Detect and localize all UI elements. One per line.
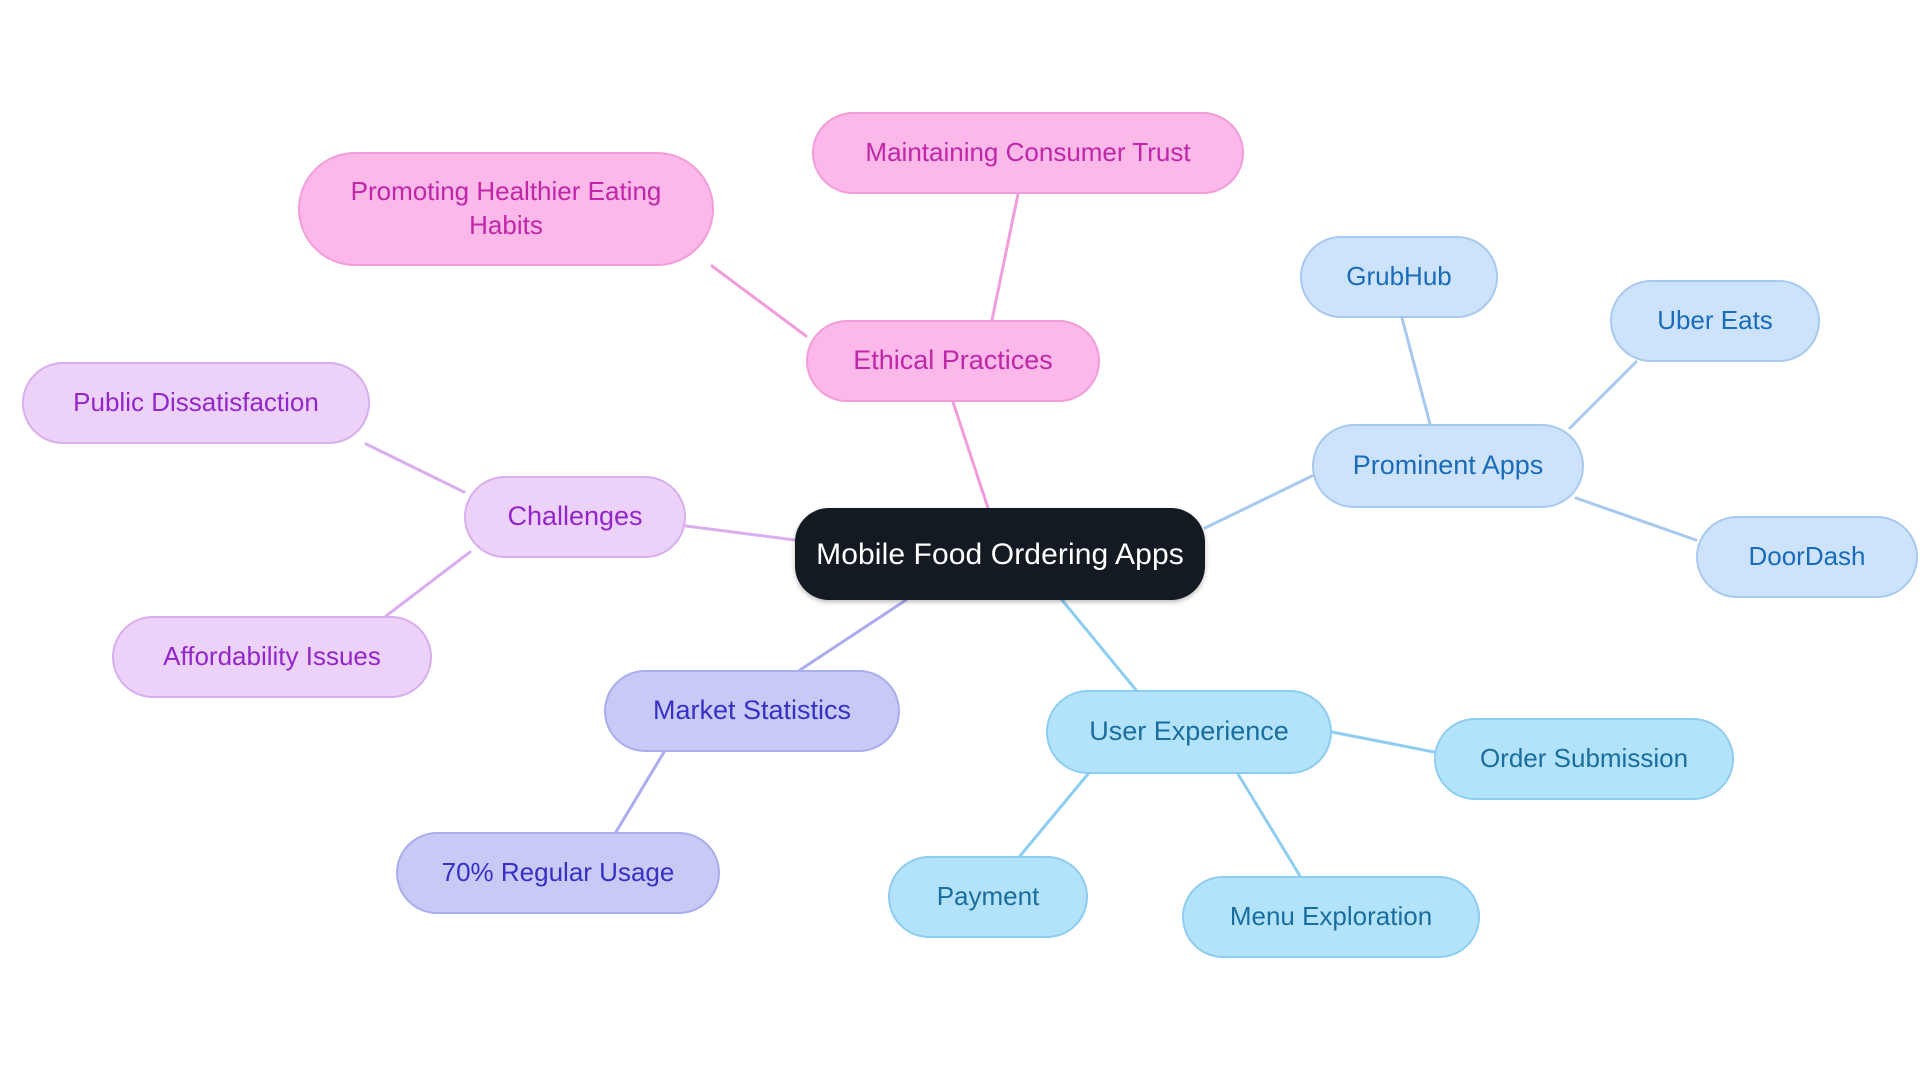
edge-ux-payment: [1018, 772, 1090, 858]
node-root[interactable]: Mobile Food Ordering Apps: [795, 508, 1205, 600]
edge-prominent-ubereats: [1568, 360, 1638, 430]
edge-root-challenges: [684, 524, 797, 542]
node-prominent-apps[interactable]: Prominent Apps: [1312, 424, 1584, 508]
node-promoting-healthier-eating-habits[interactable]: Promoting Healthier Eating Habits: [298, 152, 714, 266]
mindmap-canvas: Mobile Food Ordering Apps Ethical Practi…: [0, 0, 1920, 1083]
edge-ux-order: [1330, 730, 1436, 754]
node-doordash[interactable]: DoorDash: [1696, 516, 1918, 598]
edge-ux-menu: [1236, 772, 1302, 878]
node-challenges[interactable]: Challenges: [464, 476, 686, 558]
node-public-dissatisfaction[interactable]: Public Dissatisfaction: [22, 362, 370, 444]
edge-root-prominent: [1203, 474, 1314, 530]
edge-challenges-affordability: [384, 550, 472, 618]
node-market-statistics[interactable]: Market Statistics: [604, 670, 900, 752]
node-grubhub[interactable]: GrubHub: [1300, 236, 1498, 318]
edge-prominent-grubhub: [1400, 316, 1432, 426]
edge-ethical-healthier: [710, 264, 808, 338]
node-user-experience[interactable]: User Experience: [1046, 690, 1332, 774]
node-regular-usage[interactable]: 70% Regular Usage: [396, 832, 720, 914]
node-maintaining-consumer-trust[interactable]: Maintaining Consumer Trust: [812, 112, 1244, 194]
node-menu-exploration[interactable]: Menu Exploration: [1182, 876, 1480, 958]
node-payment[interactable]: Payment: [888, 856, 1088, 938]
node-uber-eats[interactable]: Uber Eats: [1610, 280, 1820, 362]
node-ethical-practices[interactable]: Ethical Practices: [806, 320, 1100, 402]
edge-prominent-doordash: [1574, 496, 1698, 542]
node-affordability-issues[interactable]: Affordability Issues: [112, 616, 432, 698]
edge-root-market: [798, 598, 908, 672]
edge-market-usage: [614, 750, 666, 834]
node-order-submission[interactable]: Order Submission: [1434, 718, 1734, 800]
edge-ethical-trust: [990, 192, 1020, 322]
edge-root-ethical: [951, 400, 990, 510]
edge-challenges-public: [364, 442, 466, 494]
edge-root-ux: [1060, 598, 1138, 692]
